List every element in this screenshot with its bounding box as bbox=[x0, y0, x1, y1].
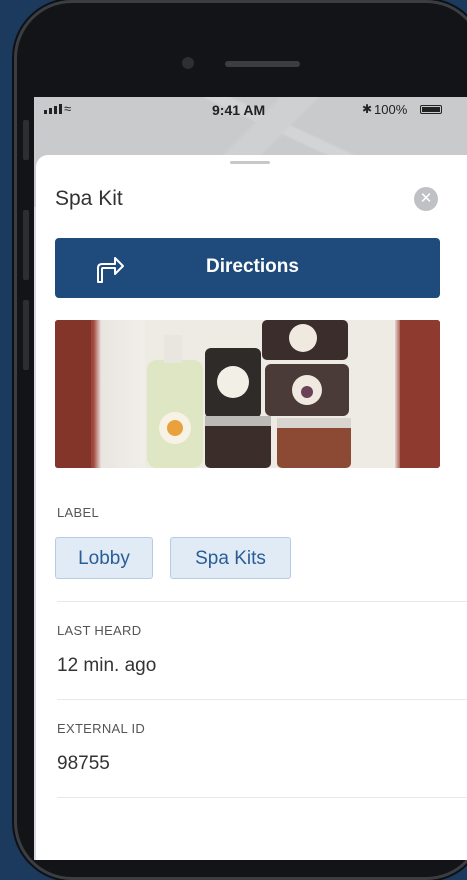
item-photo bbox=[55, 320, 440, 468]
last-heard-header: LAST HEARD bbox=[57, 623, 142, 638]
label-header: LABEL bbox=[57, 505, 99, 520]
external-id-value: 98755 bbox=[57, 753, 110, 774]
signal-icon bbox=[44, 104, 62, 114]
front-camera bbox=[182, 57, 194, 69]
external-id-header: EXTERNAL ID bbox=[57, 721, 146, 736]
label-chip-spa-kits[interactable]: Spa Kits bbox=[170, 537, 291, 579]
label-chip-lobby[interactable]: Lobby bbox=[55, 537, 153, 579]
battery-icon bbox=[420, 105, 442, 114]
detail-sheet: Spa Kit ✕ Directions LABEL Lobby Spa Kit… bbox=[36, 155, 467, 860]
directions-label: Directions bbox=[206, 256, 299, 277]
battery-percent: 100% bbox=[374, 102, 408, 117]
close-icon[interactable]: ✕ bbox=[414, 187, 438, 211]
last-heard-value: 12 min. ago bbox=[57, 655, 157, 676]
phone-side-button bbox=[23, 210, 29, 280]
status-time: 9:41 AM bbox=[212, 102, 266, 118]
bluetooth-icon: ✱ bbox=[362, 102, 373, 116]
phone-side-button bbox=[23, 120, 29, 160]
earpiece-speaker bbox=[225, 61, 300, 67]
wifi-icon: ≈ bbox=[64, 101, 72, 116]
divider bbox=[57, 601, 467, 602]
divider bbox=[57, 797, 467, 798]
status-bar: ≈ 9:41 AM ✱ 100% bbox=[34, 97, 467, 123]
divider bbox=[57, 699, 467, 700]
directions-button[interactable]: Directions bbox=[55, 238, 440, 298]
sheet-drag-handle[interactable] bbox=[230, 161, 270, 164]
phone-screen: ≈ 9:41 AM ✱ 100% Spa Kit ✕ Directions LA… bbox=[34, 97, 467, 860]
item-title: Spa Kit bbox=[55, 187, 123, 210]
phone-side-button bbox=[23, 300, 29, 370]
